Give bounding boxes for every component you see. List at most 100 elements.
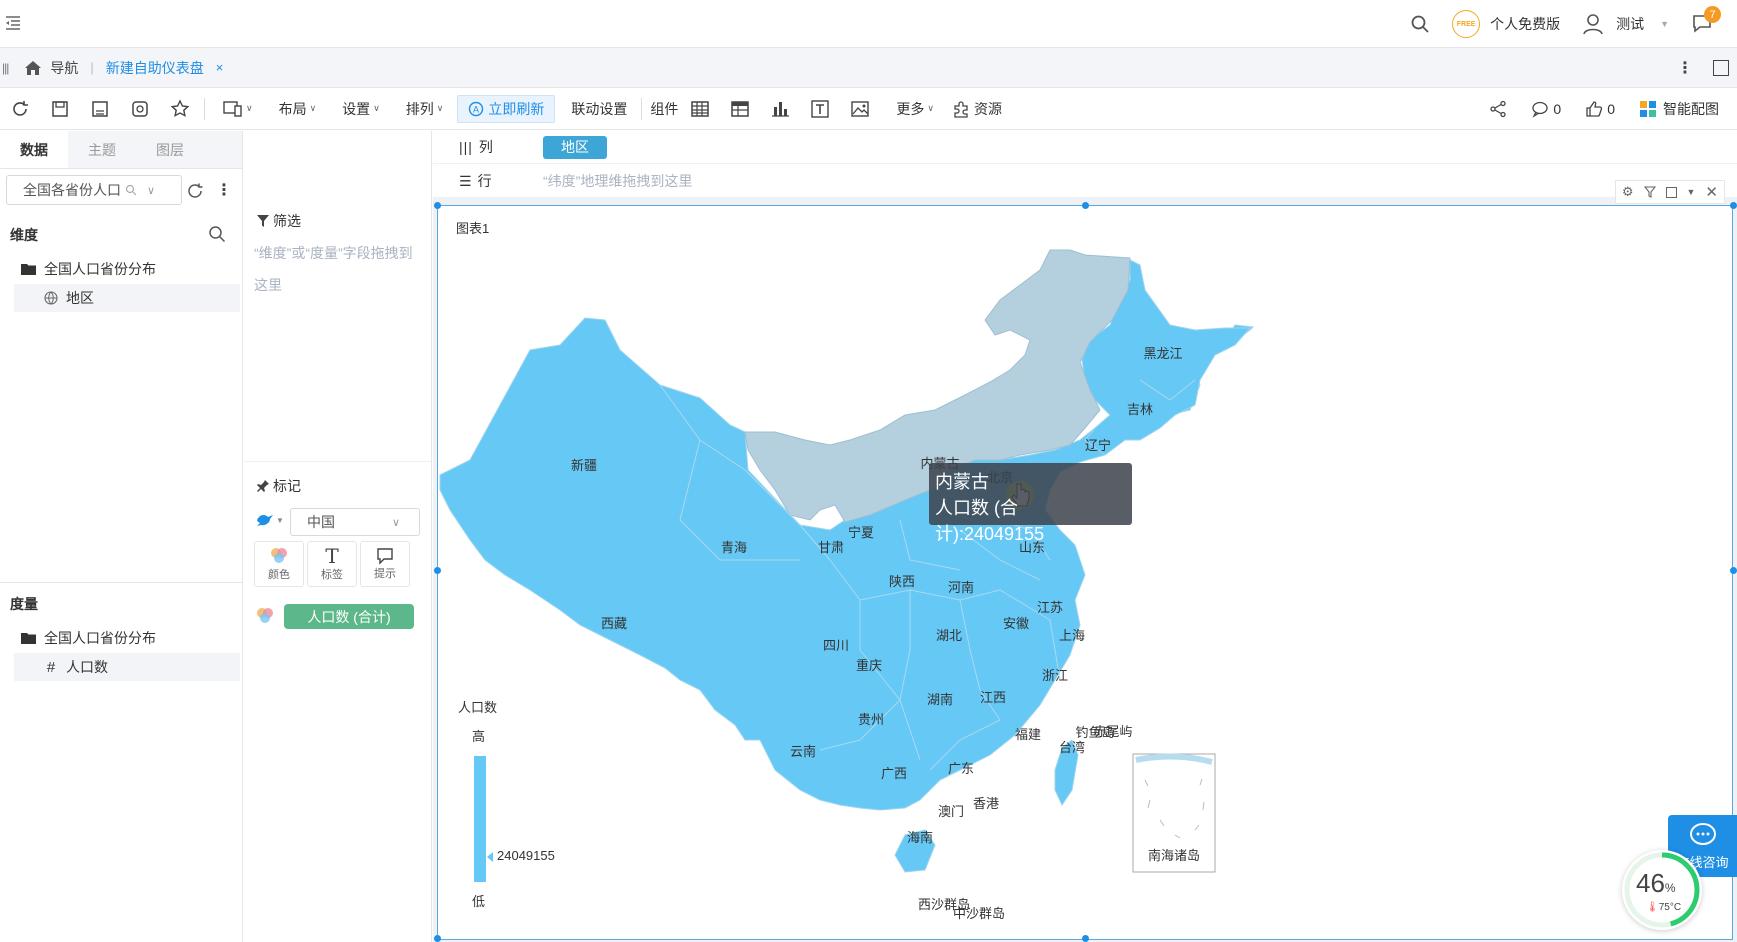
china-map[interactable]: 黑龙江吉林辽宁新疆内蒙古北京宁夏青海甘肃山东陕西河南江苏西藏安徽上海湖北四川重庆… (437, 245, 1727, 935)
column-region-pill[interactable]: 地区 (543, 135, 607, 159)
datasource-select[interactable]: 全国各省份人口 ∨ (6, 175, 182, 205)
collapse-menu-icon[interactable] (4, 14, 22, 32)
filter-icon (257, 215, 269, 227)
row-shelf-label: ☰ 行 (459, 172, 492, 190)
table-component-icon[interactable] (690, 99, 710, 119)
rows-icon: ☰ (459, 172, 472, 189)
favorite-star-icon[interactable] (170, 98, 190, 119)
province-label: 四川 (823, 638, 849, 653)
edition-label[interactable]: 个人免费版 (1490, 14, 1560, 34)
device-dropdown[interactable]: ∨ (223, 100, 253, 118)
linkage-label: 联动设置 (571, 100, 628, 117)
province-label: 中沙群岛 (953, 906, 1005, 921)
mark-label-button[interactable]: T 标签 (307, 541, 357, 587)
dimension-folder-label: 全国人口省份分布 (44, 261, 156, 277)
refresh-now-button[interactable]: A 立即刷新 (457, 94, 556, 123)
layout-dropdown[interactable]: 布局 ∨ (279, 99, 317, 119)
tab-layers[interactable]: 图层 (136, 131, 204, 168)
gauge-temp: 🌡75°C (1646, 902, 1682, 913)
text-t-icon: T (325, 544, 339, 568)
more-vertical-icon[interactable]: ⋮ (1677, 58, 1693, 78)
text-component-icon[interactable] (810, 99, 830, 119)
dimension-field-region[interactable]: 地区 (14, 284, 240, 312)
resize-handle[interactable] (1730, 202, 1737, 209)
bar-chart-component-icon[interactable] (770, 99, 790, 119)
more-dropdown[interactable]: 更多 ∨ (896, 99, 934, 119)
home-nav[interactable]: 导航 (24, 58, 78, 78)
comment-button[interactable]: 0 (1531, 100, 1561, 118)
save-as-icon[interactable] (90, 99, 110, 119)
top-bar: FREE 个人免费版 测试 ▼ 7 (0, 0, 1737, 48)
mark-tooltip-button[interactable]: 提示 (360, 541, 410, 587)
filter-drop-hint[interactable]: “维度”或“度量”字段拖拽到这里 (254, 237, 424, 301)
image-component-icon[interactable] (850, 99, 870, 119)
chart-close-icon[interactable]: ✕ (1705, 183, 1718, 201)
resize-handle[interactable] (1730, 567, 1737, 574)
chat-icon (1689, 823, 1716, 845)
save-icon[interactable] (50, 99, 70, 119)
component-label: 组件 (650, 100, 679, 117)
map-region-select[interactable]: 中国 ∨ (290, 508, 420, 536)
tooltip-label: 提示 (374, 568, 396, 580)
province-label: 云南 (790, 744, 816, 759)
user-icon[interactable] (1582, 13, 1604, 35)
measure-title: 度量 (10, 596, 38, 612)
row-drop-hint[interactable]: “纬度”地理维拖拽到这里 (543, 171, 692, 191)
chart-maximize-icon[interactable] (1665, 186, 1677, 198)
legend-low: 低 (472, 894, 486, 909)
tab-theme[interactable]: 主题 (68, 131, 136, 168)
mark-color-button[interactable]: 颜色 (254, 541, 304, 587)
tab-data[interactable]: 数据 (0, 131, 68, 168)
resize-handle[interactable] (434, 935, 441, 942)
user-name[interactable]: 测试 (1616, 14, 1644, 34)
resize-handle[interactable] (1082, 202, 1089, 209)
measure-field-population[interactable]: # 人口数 (14, 653, 240, 681)
notification-button[interactable]: 7 (1691, 6, 1721, 36)
share-icon[interactable] (1489, 100, 1507, 118)
arrange-dropdown[interactable]: 排列 ∨ (406, 99, 444, 119)
resize-handle[interactable] (434, 202, 441, 209)
measure-color-pill[interactable]: 人口数 (合计) (284, 604, 414, 629)
linkage-settings-button[interactable]: 联动设置 (571, 99, 627, 119)
breadcrumb-bar: ||| 导航 | 新建自助仪表盘 × ⋮ (0, 48, 1737, 88)
grip-icon[interactable]: ||| (2, 61, 9, 75)
left-panel-tabs: 数据 主题 图层 (0, 131, 242, 169)
search-icon[interactable] (208, 225, 226, 243)
more-options-icon[interactable]: ⋮ (216, 180, 232, 200)
measure-folder[interactable]: 全国人口省份分布 (20, 624, 246, 652)
refresh-icon[interactable] (10, 99, 30, 119)
arrange-label: 排列 (405, 100, 434, 117)
chart-filter-icon[interactable] (1643, 186, 1656, 198)
resize-handle[interactable] (1082, 935, 1089, 942)
svg-text:A: A (473, 104, 479, 114)
filter-label: 筛选 (256, 211, 301, 231)
refresh-datasource-icon[interactable] (186, 182, 204, 200)
measure-field-label: 人口数 (66, 659, 108, 675)
tooltip-region: 内蒙古 (935, 472, 989, 492)
chart-menu-caret-icon[interactable]: ▼ (1687, 187, 1696, 197)
performance-gauge[interactable]: 46% 🌡75°C (1622, 850, 1702, 930)
province-label: 上海 (1059, 628, 1085, 643)
south-sea-label: 南海诸岛 (1148, 848, 1200, 863)
resource-button[interactable]: 资源 (952, 99, 1002, 119)
dimension-folder[interactable]: 全国人口省份分布 (20, 255, 246, 283)
tab-close-icon[interactable]: × (216, 60, 224, 75)
legend-color-bar[interactable] (474, 756, 486, 882)
tab-dashboard[interactable]: 新建自助仪表盘 (106, 58, 204, 78)
settings-dropdown[interactable]: 设置 ∨ (342, 99, 380, 119)
more-label: 更多 (896, 100, 925, 117)
preview-icon[interactable] (130, 99, 150, 119)
like-button[interactable]: 0 (1585, 100, 1615, 118)
map-type-selector[interactable]: ▼ (256, 513, 284, 527)
chart-settings-icon[interactable]: ⚙ (1622, 184, 1634, 200)
comment-icon (1532, 101, 1549, 118)
map-tooltip: 内蒙古 人口数 (合计):24049155 (929, 463, 1132, 544)
crosstab-component-icon[interactable] (730, 99, 750, 119)
maximize-icon[interactable] (1713, 60, 1729, 76)
user-menu-caret-icon[interactable]: ▼ (1660, 19, 1669, 29)
folder-open-icon (20, 262, 38, 276)
thumbs-up-icon (1586, 101, 1603, 117)
search-icon[interactable] (1410, 14, 1430, 34)
like-count: 0 (1607, 101, 1615, 117)
smart-config-button[interactable]: 智能配图 (1639, 99, 1719, 119)
